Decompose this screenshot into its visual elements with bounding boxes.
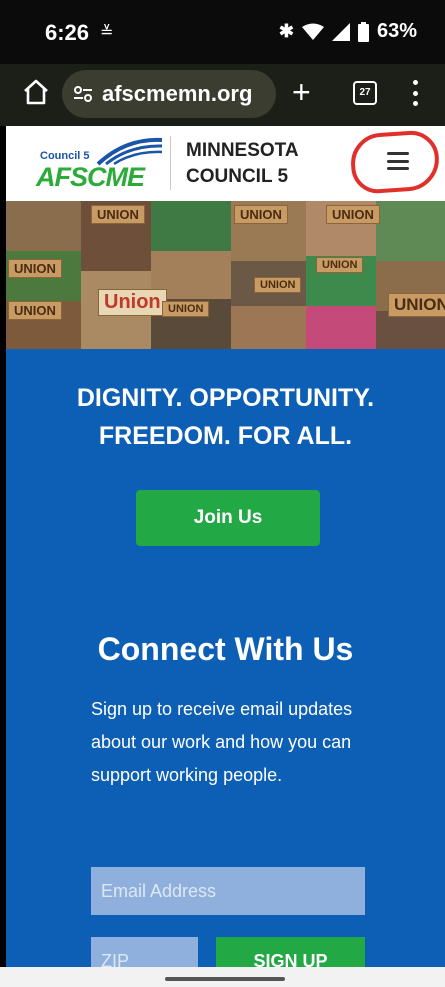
- tagline-line2: FREEDOM. FOR ALL.: [98, 422, 353, 450]
- logo-afscme-text: AFSCME: [36, 162, 145, 192]
- org-name-line2: COUNCIL 5: [186, 166, 289, 187]
- battery-icon: [357, 21, 369, 42]
- union-sign: UNION: [8, 301, 62, 320]
- browser-toolbar: afscmemn.org + 27: [0, 64, 445, 126]
- signal-icon: [331, 22, 350, 41]
- union-sign: UNION: [326, 205, 380, 224]
- signup-description: Sign up to receive email updates about o…: [91, 699, 353, 785]
- battery-percent: 63%: [376, 20, 417, 42]
- union-sign: UNION: [162, 301, 210, 317]
- address-bar[interactable]: afscmemn.org: [62, 70, 276, 118]
- clock: 6:26: [45, 20, 90, 45]
- tagline-line1: DIGNITY. OPPORTUNITY.: [76, 384, 375, 412]
- tagline: DIGNITY. OPPORTUNITY. FREEDOM. FOR ALL.: [6, 379, 445, 455]
- wifi-icon: [301, 23, 324, 40]
- header-divider: [170, 136, 171, 190]
- union-sign: UNION: [91, 205, 145, 224]
- hamburger-menu-button[interactable]: [349, 129, 441, 195]
- status-icons: ✱ 63%: [279, 20, 417, 43]
- notification-icon: ≚: [100, 24, 114, 41]
- union-sign: UNION: [8, 259, 62, 278]
- union-sign: Union: [98, 289, 167, 316]
- site-settings-icon[interactable]: [72, 83, 94, 105]
- url-text[interactable]: afscmemn.org: [102, 81, 252, 107]
- home-gesture-handle[interactable]: [165, 977, 285, 981]
- join-us-button[interactable]: Join Us: [136, 490, 320, 546]
- union-sign: UNION: [316, 257, 364, 273]
- union-sign: UNION: [234, 205, 288, 224]
- tab-switcher[interactable]: 27: [353, 81, 377, 105]
- bluetooth-icon: ✱: [278, 21, 294, 41]
- browser-menu-icon[interactable]: [412, 80, 418, 106]
- new-tab-icon[interactable]: +: [292, 74, 311, 110]
- gesture-nav-bar: [0, 967, 445, 987]
- logo-swoosh-icon: [96, 137, 163, 166]
- org-name-line1: MINNESOTA: [186, 140, 299, 161]
- hero-section: DIGNITY. OPPORTUNITY. FREEDOM. FOR ALL. …: [6, 349, 445, 985]
- email-input[interactable]: [91, 867, 365, 915]
- logo-council-text: Council 5: [40, 150, 90, 162]
- status-bar: 6:26 ≚ ✱ 63%: [0, 0, 445, 64]
- union-sign: UNION: [254, 277, 302, 293]
- connect-heading: Connect With Us: [97, 631, 354, 667]
- members-photo-collage: UNION UNION Union UNION UNION UNION UNIO…: [6, 201, 445, 349]
- site-header: Council 5 AFSCME MINNESOTA COUNCIL 5: [6, 126, 445, 201]
- home-icon[interactable]: [22, 78, 50, 106]
- afscme-logo[interactable]: Council 5 AFSCME: [34, 136, 166, 194]
- org-name: MINNESOTA COUNCIL 5: [186, 138, 299, 190]
- union-sign: UNION: [388, 293, 445, 317]
- hamburger-icon[interactable]: [387, 152, 409, 170]
